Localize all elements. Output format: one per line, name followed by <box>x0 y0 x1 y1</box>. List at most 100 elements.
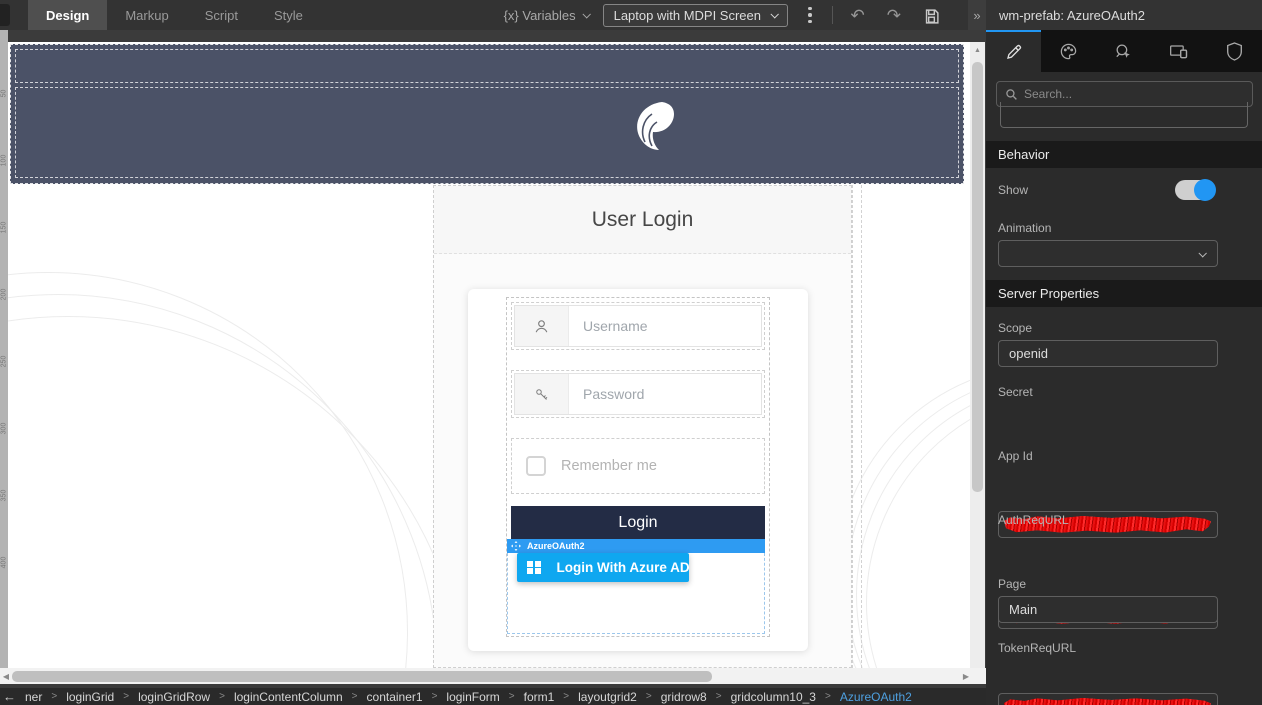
tab-script[interactable]: Script <box>187 0 256 30</box>
page-preview: User Login <box>8 42 970 668</box>
studio-window: Design Markup Script Style {x} Variables… <box>0 0 1262 705</box>
breadcrumb-separator: > <box>219 691 225 702</box>
tab-devices[interactable] <box>1152 30 1207 72</box>
tab-markup[interactable]: Markup <box>107 0 186 30</box>
toolbar-middle: {x} Variables Laptop with MDPI Screen ↶ … <box>504 0 986 30</box>
breadcrumb-separator: > <box>509 691 515 702</box>
left-panel-collapse-stub[interactable] <box>0 4 10 26</box>
chevron-down-icon <box>1198 249 1206 257</box>
magnifier-cursor-icon <box>1114 42 1133 61</box>
tab-style[interactable]: Style <box>256 0 321 30</box>
key-icon <box>515 374 569 414</box>
background-swirl <box>8 316 468 668</box>
grid-gutter-column <box>852 185 862 668</box>
login-content-column[interactable]: User Login <box>433 185 852 668</box>
windows-logo-icon <box>527 561 541 575</box>
server-properties-section-header: Server Properties <box>986 280 1262 307</box>
login-form-card[interactable]: Remember me Login AzureOAuth2 <box>468 289 808 651</box>
variables-dropdown[interactable]: {x} Variables <box>504 8 589 23</box>
breadcrumb-item[interactable]: loginGrid <box>66 690 114 704</box>
remember-me-group[interactable]: Remember me <box>511 438 765 494</box>
scroll-right-arrow-icon[interactable]: ▶ <box>960 672 972 681</box>
scope-input[interactable] <box>998 340 1218 367</box>
login-with-azure-button[interactable]: Login With Azure AD <box>517 553 689 582</box>
breadcrumb-back-icon[interactable]: ← <box>3 689 16 704</box>
save-icon[interactable] <box>919 6 944 25</box>
breadcrumb-item[interactable]: form1 <box>524 690 555 704</box>
header-main-row[interactable] <box>15 87 959 178</box>
authrequrl-input[interactable] <box>998 693 1218 705</box>
authrequrl-label: AuthReqURL <box>998 513 1069 527</box>
breadcrumb-item[interactable]: loginGridRow <box>138 690 210 704</box>
horizontal-scroll-thumb[interactable] <box>12 671 712 682</box>
prefab-name-label: AzureOAuth2 <box>527 541 585 551</box>
tab-styles[interactable] <box>1041 30 1096 72</box>
partial-scrolled-field <box>1000 102 1248 128</box>
secret-label: Secret <box>998 385 1033 399</box>
mode-tabs: Design Markup Script Style <box>28 0 321 30</box>
vertical-scroll-thumb[interactable] <box>972 62 983 492</box>
login-page-title: User Login <box>434 186 851 254</box>
prefab-selection-bar[interactable]: AzureOAuth2 <box>507 539 765 553</box>
password-input[interactable] <box>569 374 761 414</box>
brand-logo-icon <box>631 100 677 154</box>
page-header-container[interactable] <box>10 44 964 184</box>
more-options-kebab-icon[interactable] <box>802 7 818 24</box>
canvas-horizontal-scrollbar[interactable]: ◀ ▶ <box>0 668 986 684</box>
scroll-left-arrow-icon[interactable]: ◀ <box>0 672 12 681</box>
username-input[interactable] <box>569 306 761 346</box>
appid-label: App Id <box>998 449 1033 463</box>
breadcrumb-separator: > <box>716 691 722 702</box>
tokenrequrl-label: TokenReqURL <box>998 641 1076 655</box>
variables-label: {x} Variables <box>504 8 576 23</box>
tab-design[interactable]: Design <box>28 0 107 30</box>
remember-me-label: Remember me <box>561 458 657 474</box>
azure-prefab-zone[interactable]: Login With Azure AD <box>507 553 765 634</box>
breadcrumb-item[interactable]: layoutgrid2 <box>578 690 637 704</box>
password-field-group[interactable] <box>511 370 765 418</box>
tab-inspect[interactable] <box>1096 30 1151 72</box>
tab-security[interactable] <box>1207 30 1262 72</box>
breadcrumb-item[interactable]: container1 <box>367 690 423 704</box>
vertical-ruler: 50 100 150 200 250 300 350 400 <box>0 30 8 668</box>
breadcrumb-separator: > <box>646 691 652 702</box>
login-button[interactable]: Login <box>511 506 765 539</box>
panel-title: wm-prefab: AzureOAuth2 <box>986 0 1262 30</box>
breadcrumb-item-current[interactable]: AzureOAuth2 <box>840 690 912 704</box>
breadcrumb-separator: > <box>825 691 831 702</box>
breadcrumb-separator: > <box>51 691 57 702</box>
tab-properties[interactable] <box>986 30 1041 72</box>
header-top-row[interactable] <box>15 49 959 83</box>
palette-icon <box>1059 42 1078 61</box>
page-label: Page <box>998 577 1026 591</box>
page-input[interactable] <box>998 596 1218 623</box>
collapse-right-panel-button[interactable]: » <box>968 0 986 30</box>
breadcrumb-item[interactable]: gridrow8 <box>661 690 707 704</box>
animation-select[interactable] <box>998 240 1218 267</box>
behavior-section-header: Behavior <box>986 141 1262 168</box>
remember-me-checkbox[interactable] <box>526 456 546 476</box>
shield-icon <box>1226 42 1243 61</box>
scope-label: Scope <box>998 321 1032 335</box>
move-handle-icon[interactable] <box>511 541 521 551</box>
show-toggle[interactable] <box>1175 180 1215 200</box>
breadcrumb-item[interactable]: gridcolumn10_3 <box>731 690 816 704</box>
scroll-up-arrow-icon[interactable]: ▲ <box>970 42 985 58</box>
toolbar-divider <box>832 6 833 24</box>
chevron-down-icon <box>770 10 778 18</box>
breadcrumb-item[interactable]: loginForm <box>446 690 499 704</box>
show-label: Show <box>998 183 1028 197</box>
widget-breadcrumb: ← ner > loginGrid > loginGridRow > login… <box>0 688 986 705</box>
login-form[interactable]: Remember me Login AzureOAuth2 <box>506 297 770 637</box>
search-input[interactable] <box>1024 87 1224 101</box>
chevron-down-icon <box>582 10 590 18</box>
device-selector[interactable]: Laptop with MDPI Screen <box>603 4 788 27</box>
breadcrumb-item[interactable]: ner <box>25 690 42 704</box>
username-field-group[interactable] <box>511 302 765 350</box>
redo-icon[interactable]: ↷ <box>883 7 905 24</box>
breadcrumb-separator: > <box>352 691 358 702</box>
undo-icon[interactable]: ↶ <box>847 7 869 24</box>
breadcrumb-item[interactable]: loginContentColumn <box>234 690 343 704</box>
user-icon <box>515 306 569 346</box>
canvas-vertical-scrollbar[interactable]: ▲ <box>970 42 985 668</box>
